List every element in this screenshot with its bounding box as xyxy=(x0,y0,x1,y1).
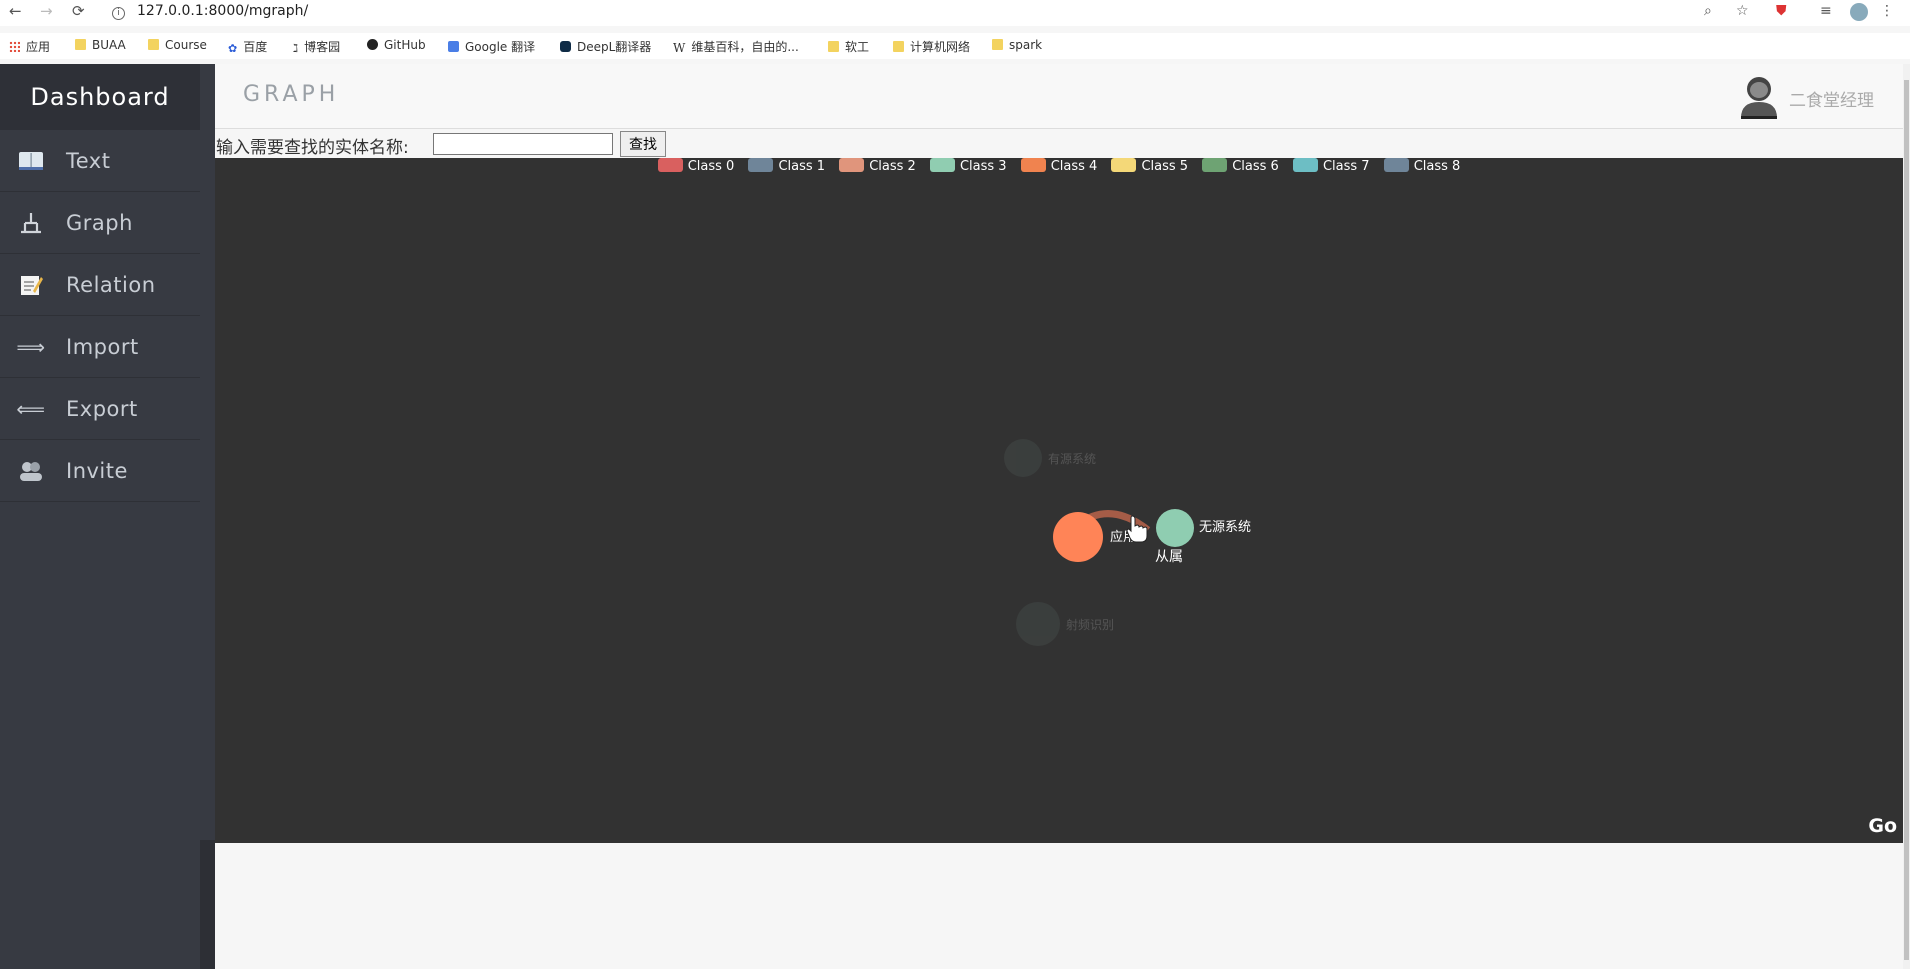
graph-canvas[interactable]: 有源系统 射频识别 应用 无源系统 从属 Class 0 Class 1 Cla… xyxy=(215,158,1903,843)
bookmark-network[interactable]: 计算机网络 xyxy=(893,38,970,55)
legend-item[interactable]: Class 1 xyxy=(748,158,825,174)
sidebar-item-invite[interactable]: Invite xyxy=(0,440,200,502)
legend-item[interactable]: Class 2 xyxy=(839,158,916,174)
media-icon[interactable]: ≡ xyxy=(1820,3,1832,19)
node-label: 射频识别 xyxy=(1066,617,1114,632)
sidebar-item-text[interactable]: Text xyxy=(0,130,200,192)
graph-node[interactable]: 无源系统 xyxy=(1156,509,1251,547)
legend-swatch xyxy=(657,158,683,172)
folder-icon xyxy=(148,39,159,50)
bookmark-ruangong[interactable]: 软工 xyxy=(828,38,869,55)
url-text: 127.0.0.1:8000/mgraph/ xyxy=(137,3,309,19)
arrow-left-icon: ⟸ xyxy=(16,396,46,421)
graph-node[interactable]: 有源系统 xyxy=(1004,439,1096,477)
sidebar-item-label: Relation xyxy=(66,272,156,297)
bookmark-github[interactable]: GitHub xyxy=(367,38,426,52)
node-label: 无源系统 xyxy=(1199,520,1251,535)
legend-item[interactable]: Class 7 xyxy=(1292,158,1370,174)
legend-swatch xyxy=(839,158,865,172)
bookmark-buaa[interactable]: BUAA xyxy=(75,38,126,52)
user-avatar-icon[interactable] xyxy=(1737,74,1781,120)
bookmark-baidu[interactable]: ✿ 百度 xyxy=(228,38,267,55)
page-header: GRAPH 二食堂经理 xyxy=(215,64,1903,129)
legend-item[interactable]: Class 6 xyxy=(1202,158,1279,174)
memo-icon xyxy=(18,272,44,298)
baidu-icon: ✿ xyxy=(228,42,238,55)
page-title: GRAPH xyxy=(243,82,340,107)
menu-dots-icon[interactable]: ⋮ xyxy=(1880,3,1894,19)
brand-title[interactable]: Dashboard xyxy=(0,64,216,130)
legend-item[interactable]: Class 5 xyxy=(1111,158,1188,174)
legend-swatch xyxy=(1111,158,1137,172)
graph-node[interactable]: 射频识别 xyxy=(1016,602,1114,646)
bookmark-spark[interactable]: spark xyxy=(992,38,1042,52)
google-translate-icon xyxy=(448,41,459,52)
user-name[interactable]: 二食堂经理 xyxy=(1789,86,1874,111)
sidebar-item-label: Text xyxy=(66,148,111,173)
sidebar-item-graph[interactable]: Graph xyxy=(0,192,200,254)
apps-grid-icon xyxy=(9,41,20,52)
legend-item[interactable]: Class 8 xyxy=(1383,158,1460,174)
search-button[interactable]: 查找 xyxy=(620,131,666,157)
bookmark-wikipedia[interactable]: W 维基百科，自由的... xyxy=(673,38,799,55)
browser-toolbar: ← → ⟳ i 127.0.0.1:8000/mgraph/ ⌕ ☆ ⛊ ≡ ⋮ xyxy=(0,0,1910,26)
bookmark-deepl[interactable]: DeepL翻译器 xyxy=(560,38,651,55)
sidebar-item-import[interactable]: ⟹ Import xyxy=(0,316,200,378)
sidebar-item-label: Invite xyxy=(66,458,128,483)
bookmark-cnblogs[interactable]: ℷ 博客园 xyxy=(293,38,340,55)
bookmark-google-translate[interactable]: Google 翻译 xyxy=(448,38,535,55)
star-icon[interactable]: ☆ xyxy=(1736,3,1749,19)
sidebar-item-export[interactable]: ⟸ Export xyxy=(0,378,200,440)
shield-extension-icon[interactable]: ⛊ xyxy=(1776,3,1787,19)
sidebar-edge-shadow xyxy=(200,840,215,969)
profile-avatar-icon[interactable] xyxy=(1850,3,1868,21)
address-bar[interactable]: i 127.0.0.1:8000/mgraph/ xyxy=(112,3,308,20)
bookmark-course[interactable]: Course xyxy=(148,38,207,52)
go-label: Go xyxy=(1868,815,1897,837)
deepl-icon xyxy=(560,41,571,52)
folder-icon xyxy=(893,41,904,52)
sidebar: Dashboard Text Graph Relation ⟹ Import ⟸… xyxy=(0,64,216,969)
sidebar-item-label: Export xyxy=(66,396,138,421)
graph-legend: Class 0 Class 1 Class 2 Class 3 Class 4 … xyxy=(215,158,1903,182)
bookmarks-bar: 应用 BUAA Course ✿ 百度 ℷ 博客园 GitHub Google 翻译… xyxy=(0,33,1910,59)
legend-swatch xyxy=(1202,158,1228,172)
graph-svg[interactable]: 有源系统 射频识别 应用 无源系统 从属 xyxy=(215,158,1903,843)
arrow-right-icon: ⟹ xyxy=(16,334,46,359)
back-icon[interactable]: ← xyxy=(9,2,22,20)
legend-item[interactable]: Class 0 xyxy=(657,158,734,174)
legend-item[interactable]: Class 4 xyxy=(1020,158,1097,174)
sidebar-edge xyxy=(200,64,215,969)
search-label: 输入需要查找的实体名称: xyxy=(216,138,409,158)
legend-item[interactable]: Class 3 xyxy=(929,158,1007,174)
wikipedia-icon: W xyxy=(673,41,686,55)
legend-swatch xyxy=(929,158,955,172)
page-scrollbar-thumb[interactable] xyxy=(1904,80,1909,960)
edge-label: 从属 xyxy=(1155,549,1183,565)
legend-swatch xyxy=(1383,158,1409,172)
sidebar-item-relation[interactable]: Relation xyxy=(0,254,200,316)
folder-icon xyxy=(992,39,1003,50)
book-icon xyxy=(18,148,44,174)
people-icon xyxy=(18,458,44,484)
sidebar-item-label: Graph xyxy=(66,210,133,235)
info-icon[interactable]: i xyxy=(112,7,125,20)
zoom-icon[interactable]: ⌕ xyxy=(1704,3,1712,19)
hierarchy-icon xyxy=(18,210,44,236)
github-icon xyxy=(367,39,378,50)
folder-icon xyxy=(75,39,86,50)
cnblogs-icon: ℷ xyxy=(293,42,299,55)
bookmark-apps[interactable]: 应用 xyxy=(9,38,50,55)
legend-swatch xyxy=(1292,158,1318,172)
node-label: 有源系统 xyxy=(1048,452,1096,466)
legend-swatch xyxy=(748,158,774,172)
entity-search-input[interactable] xyxy=(433,133,613,155)
folder-icon xyxy=(828,41,839,52)
sidebar-item-label: Import xyxy=(66,334,139,359)
reload-icon[interactable]: ⟳ xyxy=(72,2,85,20)
legend-swatch xyxy=(1020,158,1046,172)
forward-icon[interactable]: → xyxy=(40,2,53,20)
